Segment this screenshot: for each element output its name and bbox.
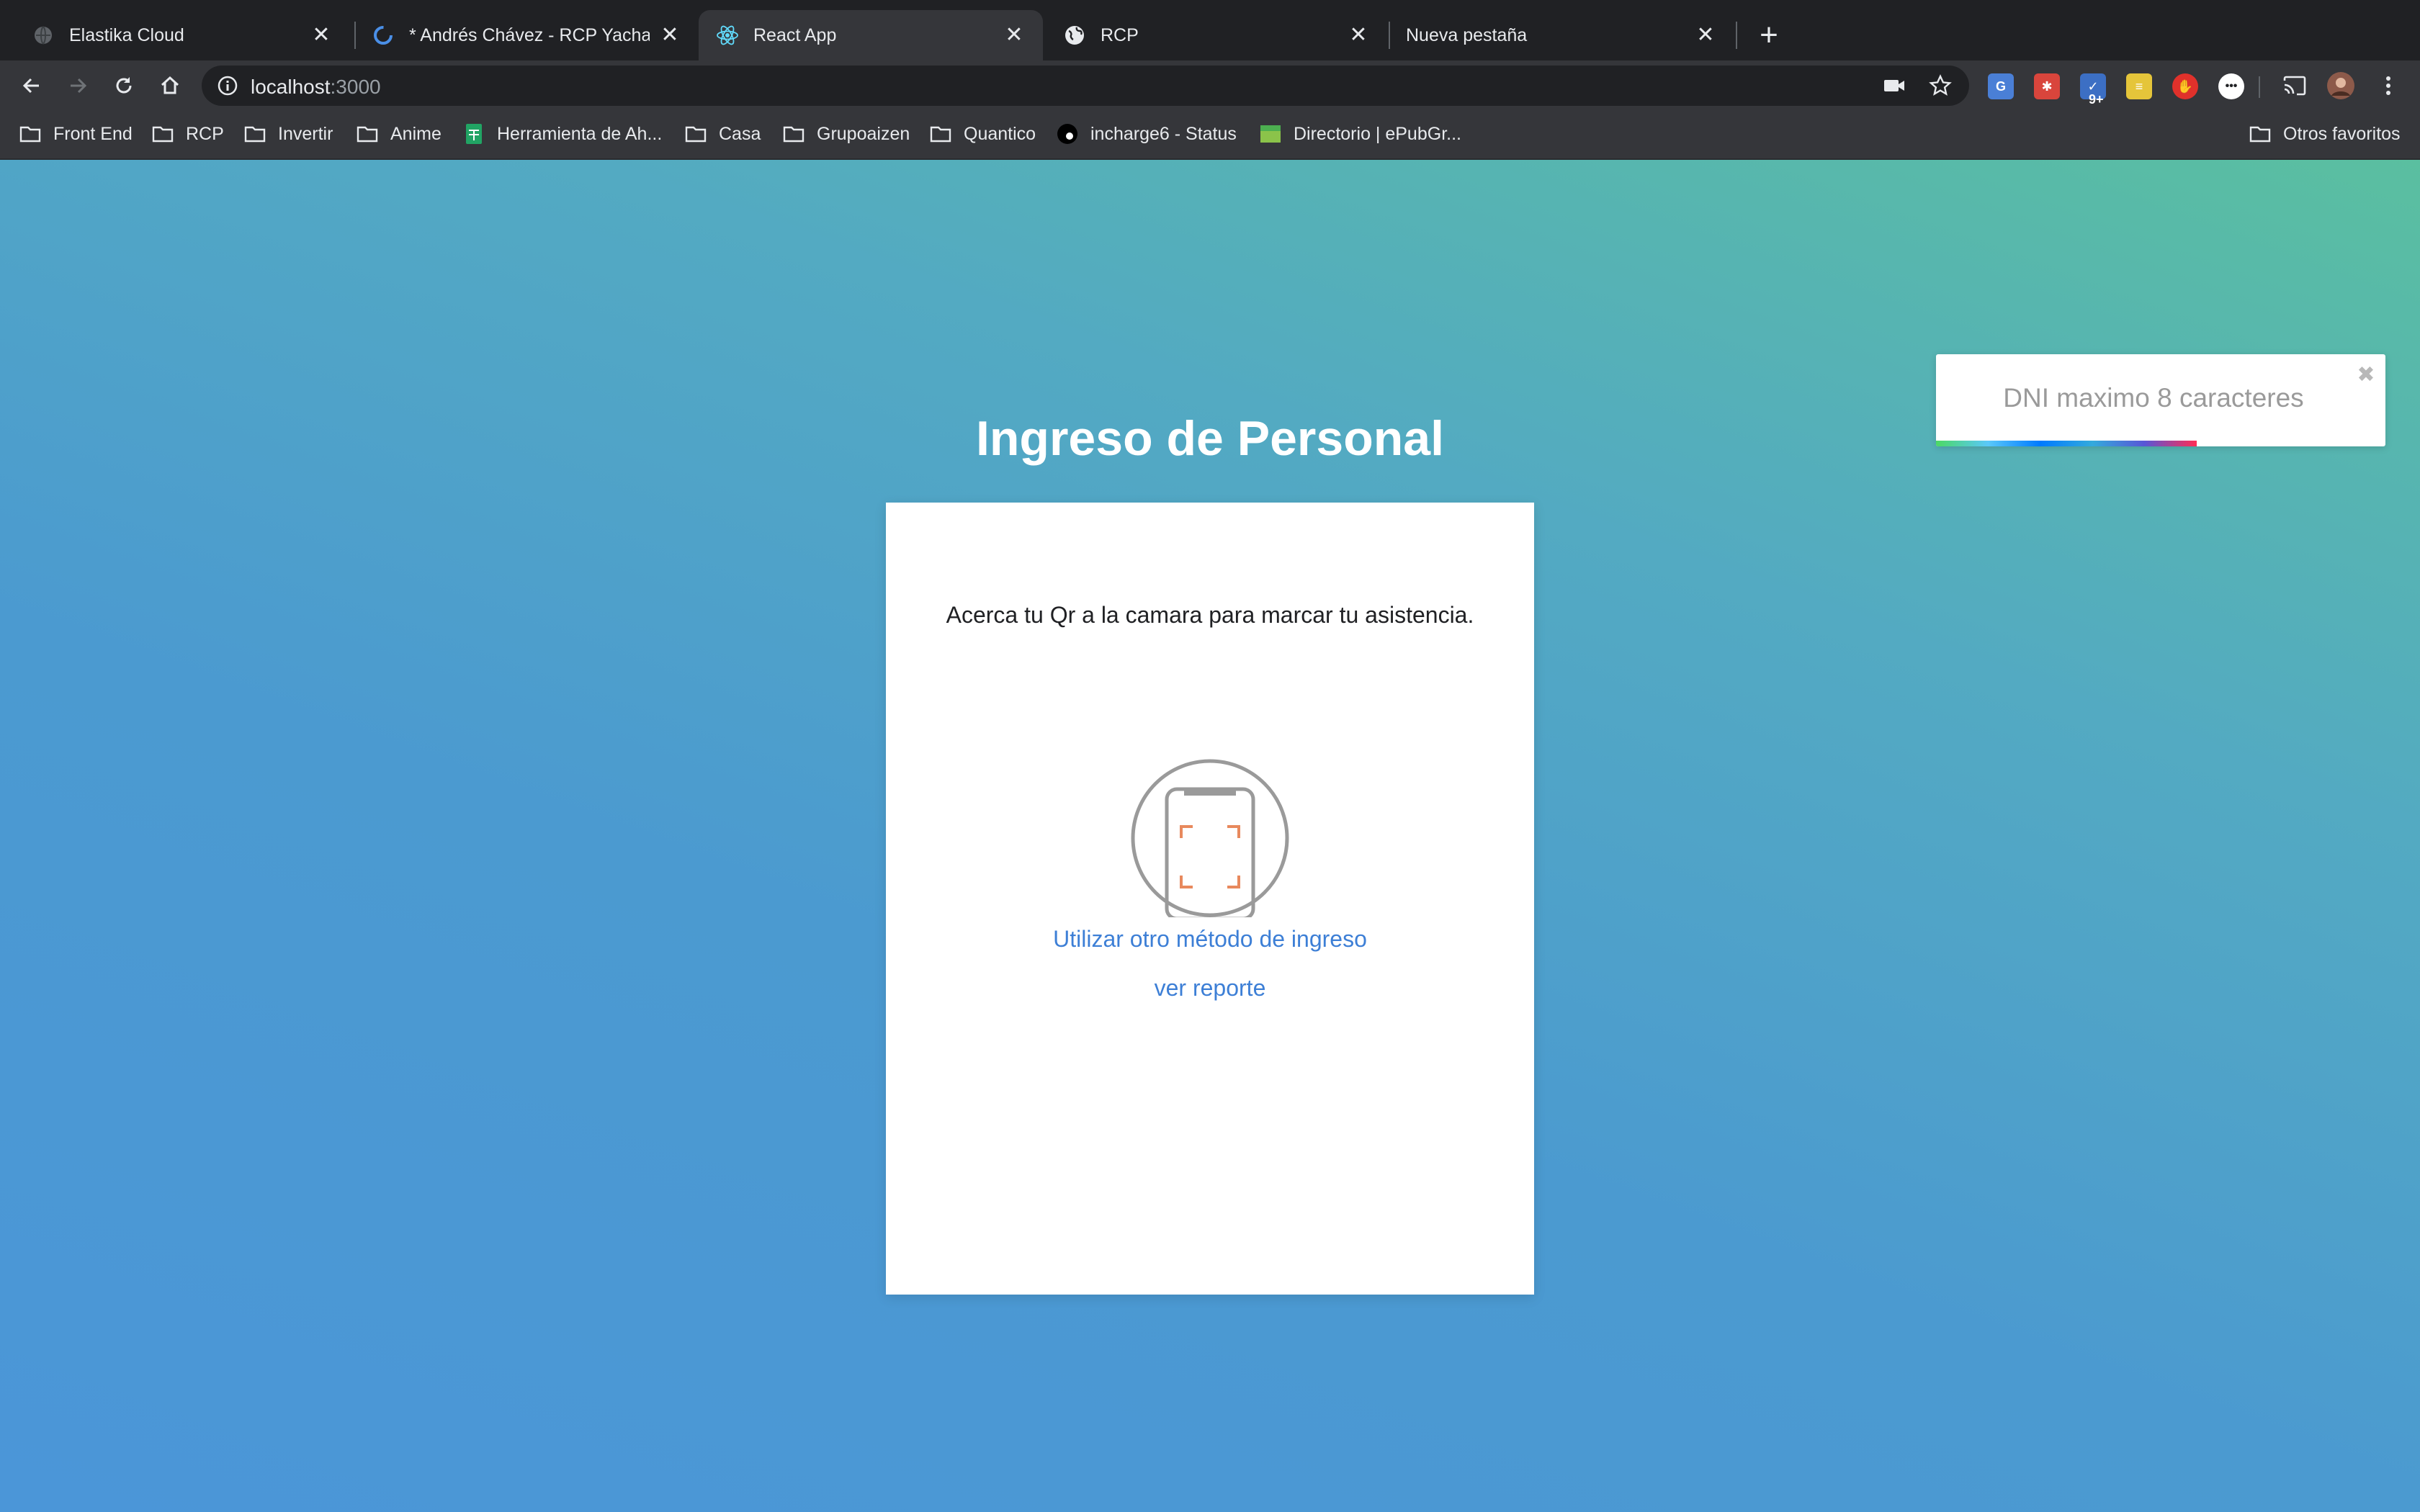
notes-extension-icon[interactable]: ≡ <box>2126 73 2152 99</box>
tab-title: * Andrés Chávez - RCP Yachay M <box>409 24 650 45</box>
forward-button[interactable] <box>60 68 95 103</box>
tab-close-button[interactable]: ✕ <box>1694 24 1717 47</box>
tab-separator <box>1736 22 1737 49</box>
profile-avatar[interactable] <box>2323 68 2358 103</box>
tab-close-button[interactable]: ✕ <box>1003 24 1026 47</box>
tab-title: Nueva pestaña <box>1406 24 1528 45</box>
phone-qr-scan-icon <box>1131 759 1289 917</box>
avatar-icon <box>2327 72 2354 99</box>
folder-icon <box>684 124 707 144</box>
bookmark-label: Invertir <box>278 123 333 144</box>
tab-close-button[interactable]: ✕ <box>658 24 681 47</box>
reload-icon <box>116 77 132 94</box>
folder-icon <box>356 124 379 144</box>
bookmark-directorio[interactable]: Directorio | ePubGr... <box>1259 121 1461 147</box>
bookmark-label: incharge6 - Status <box>1090 123 1237 144</box>
home-icon <box>161 76 179 94</box>
url-text[interactable]: localhost:3000 <box>251 76 381 99</box>
url-host: localhost <box>251 76 331 98</box>
status-icon <box>1056 124 1079 144</box>
sheets-icon <box>462 124 485 144</box>
menu-button[interactable] <box>2371 68 2406 103</box>
react-icon <box>716 24 739 47</box>
reload-button[interactable] <box>107 68 141 103</box>
arrow-left-icon <box>22 78 39 94</box>
folder-icon <box>2249 124 2272 144</box>
tab-elastika-cloud[interactable]: Elastika Cloud ✕ <box>6 10 350 60</box>
bookmark-rcp[interactable]: RCP <box>151 121 224 147</box>
bookmark-label: Casa <box>719 123 761 144</box>
bookmark-anime[interactable]: Anime <box>356 121 442 147</box>
back-button[interactable] <box>14 68 49 103</box>
tab-close-button[interactable]: ✕ <box>310 24 333 47</box>
tab-rcp[interactable]: RCP ✕ <box>1043 10 1387 60</box>
folder-icon <box>19 124 42 144</box>
page-content: Ingreso de Personal Acerca tu Qr a la ca… <box>0 160 2420 1512</box>
toast-close-icon[interactable]: ✖ <box>2355 364 2377 386</box>
circle-extension-icon[interactable]: ••• <box>2218 73 2244 99</box>
bookmark-label: Herramienta de Ah... <box>497 123 663 144</box>
tab-strip: Elastika Cloud ✕ * Andrés Chávez - RCP Y… <box>0 0 2420 60</box>
login-card: Acerca tu Qr a la camara para marcar tu … <box>886 503 1534 1295</box>
toast-message: DNI maximo 8 caracteres <box>2003 383 2304 413</box>
tab-react-app[interactable]: React App ✕ <box>699 10 1043 60</box>
bug-extension-icon[interactable]: ✱ <box>2034 73 2060 99</box>
bookmark-label: Quantico <box>964 123 1036 144</box>
tab-close-button[interactable]: ✕ <box>1347 24 1370 47</box>
bookmark-incharge6-status[interactable]: incharge6 - Status <box>1056 121 1237 147</box>
other-method-link[interactable]: Utilizar otro método de ingreso <box>886 926 1534 953</box>
bookmark-label: Anime <box>390 123 442 144</box>
info-icon[interactable] <box>216 74 239 97</box>
extension-badge: 9+ <box>2089 92 2104 107</box>
folder-icon <box>151 124 174 144</box>
bookmark-label: Otros favoritos <box>2283 123 2401 144</box>
camera-icon[interactable] <box>1883 74 1906 97</box>
bookmark-front-end[interactable]: Front End <box>19 121 133 147</box>
tab-andres-chavez[interactable]: * Andrés Chávez - RCP Yachay M ✕ <box>354 10 699 60</box>
home-button[interactable] <box>153 68 187 103</box>
kebab-menu-icon <box>2386 76 2390 95</box>
bookmark-label: Directorio | ePubGr... <box>1294 123 1461 144</box>
instruction-text: Acerca tu Qr a la camara para marcar tu … <box>946 602 1474 628</box>
bookmark-star-icon[interactable] <box>1929 74 1952 97</box>
address-bar[interactable]: localhost:3000 <box>202 66 1969 106</box>
stop-extension-icon[interactable]: ✋ <box>2172 73 2198 99</box>
bookmark-casa[interactable]: Casa <box>684 121 761 147</box>
bookmark-label: Front End <box>53 123 133 144</box>
folder-icon <box>243 124 266 144</box>
globe-icon <box>1063 24 1086 47</box>
bookmark-herramienta[interactable]: Herramienta de Ah... <box>462 121 662 147</box>
epub-icon <box>1259 124 1282 144</box>
tab-title: React App <box>753 24 837 45</box>
bookmark-label: RCP <box>186 123 224 144</box>
toolbar-separator <box>2259 76 2260 98</box>
bookmark-label: Grupoaizen <box>817 123 910 144</box>
bookmark-grupoaizen[interactable]: Grupoaizen <box>782 121 910 147</box>
report-link[interactable]: ver reporte <box>886 975 1534 1002</box>
tab-title: Elastika Cloud <box>69 24 184 45</box>
bookmark-otros-favoritos[interactable]: Otros favoritos <box>2249 121 2401 147</box>
new-tab-button[interactable]: + <box>1752 19 1786 53</box>
loading-icon <box>372 24 395 47</box>
url-port: :3000 <box>330 76 381 98</box>
cast-icon <box>2283 76 2306 96</box>
globe-icon <box>32 24 55 47</box>
browser-toolbar: localhost:3000 G ✱ ✓ 9+ ≡ ✋ ••• <box>0 60 2420 111</box>
bookmark-quantico[interactable]: Quantico <box>929 121 1036 147</box>
translate-extension-icon[interactable]: G <box>1988 73 2014 99</box>
tab-title: RCP <box>1101 24 1139 45</box>
cast-button[interactable] <box>2277 68 2312 103</box>
tab-nueva-pestana[interactable]: Nueva pestaña ✕ <box>1390 10 1734 60</box>
toast-progress-bar <box>1936 441 2197 446</box>
bookmarks-bar: Front End RCP Invertir Anime Herramienta… <box>0 111 2420 160</box>
folder-icon <box>929 124 952 144</box>
folder-icon <box>782 124 805 144</box>
arrow-right-icon <box>71 78 87 94</box>
bookmark-invertir[interactable]: Invertir <box>243 121 333 147</box>
toast-notification: DNI maximo 8 caracteres ✖ <box>1936 354 2385 446</box>
